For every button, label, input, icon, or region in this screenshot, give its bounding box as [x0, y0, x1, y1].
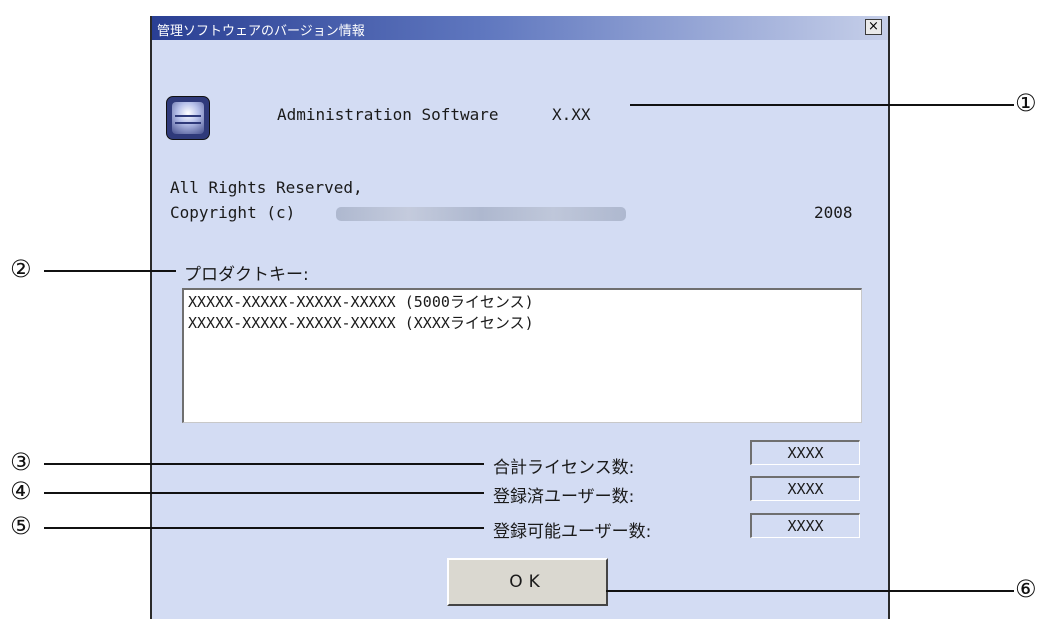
dialog-title: 管理ソフトウェアのバージョン情報: [157, 24, 365, 39]
callout-line-2: [44, 270, 176, 272]
callout-number-3: ③: [10, 448, 32, 476]
callout-number-5: ⑤: [10, 512, 32, 540]
copyright-prefix: Copyright (c): [170, 203, 296, 222]
app-version: X.XX: [552, 105, 591, 124]
callout-number-6: ⑥: [1015, 575, 1037, 603]
callout-line-5: [44, 527, 484, 529]
product-key-item: XXXXX-XXXXX-XXXXX-XXXXX (XXXXライセンス): [188, 314, 534, 332]
callout-line-1: [630, 104, 1014, 106]
app-icon: [166, 96, 210, 140]
available-users-value: XXXX: [750, 513, 860, 538]
callout-number-2: ②: [10, 255, 32, 283]
callout-line-4: [44, 492, 484, 494]
callout-number-4: ④: [10, 477, 32, 505]
app-name: Administration Software: [277, 105, 499, 124]
available-users-label: 登録可能ユーザー数:: [493, 522, 652, 542]
copyright-year: 2008: [814, 203, 853, 222]
blurred-company-name: [336, 207, 626, 221]
title-bar: 管理ソフトウェアのバージョン情報 ×: [152, 16, 888, 40]
ok-button[interactable]: OK: [447, 558, 608, 606]
product-key-label: プロダクトキー:: [184, 265, 309, 285]
callout-line-3: [44, 463, 484, 465]
total-licenses-label: 合計ライセンス数:: [493, 458, 635, 478]
rights-text: All Rights Reserved,: [170, 178, 363, 197]
close-button[interactable]: ×: [865, 19, 882, 35]
callout-line-6: [606, 590, 1014, 592]
product-key-list[interactable]: XXXXX-XXXXX-XXXXX-XXXXX (5000ライセンス) XXXX…: [182, 288, 862, 423]
registered-users-value: XXXX: [750, 476, 860, 501]
registered-users-label: 登録済ユーザー数:: [493, 487, 635, 507]
product-key-item: XXXXX-XXXXX-XXXXX-XXXXX (5000ライセンス): [188, 293, 534, 311]
callout-number-1: ①: [1015, 89, 1037, 117]
total-licenses-value: XXXX: [750, 440, 860, 465]
